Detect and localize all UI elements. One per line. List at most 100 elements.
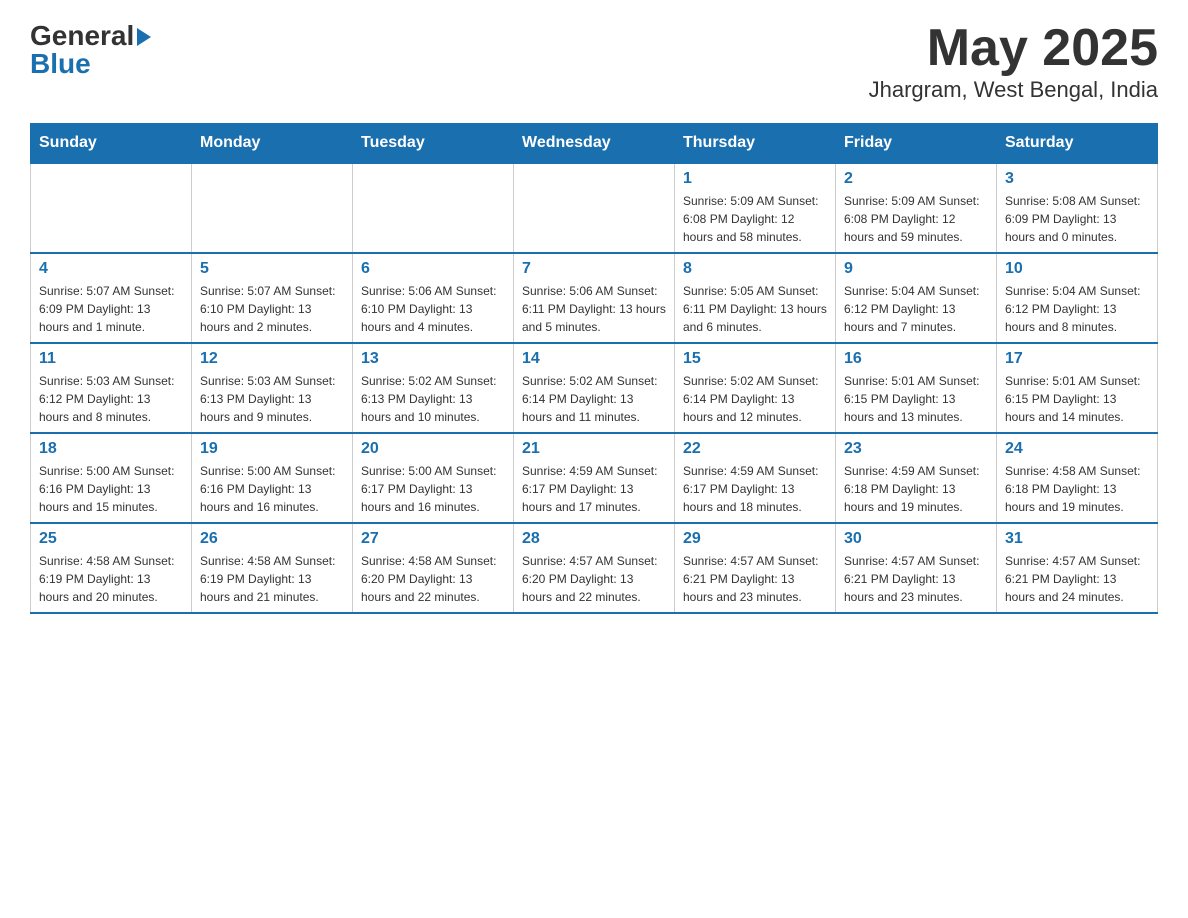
calendar-cell: 13 Sunrise: 5:02 AM Sunset: 6:13 PM Dayli… (353, 343, 514, 433)
day-number: 14 (522, 350, 666, 368)
page-header: General Blue May 2025 Jhargram, West Ben… (30, 20, 1158, 103)
calendar-cell: 10 Sunrise: 5:04 AM Sunset: 6:12 PM Dayli… (997, 253, 1158, 343)
calendar-cell: 12 Sunrise: 5:03 AM Sunset: 6:13 PM Dayli… (192, 343, 353, 433)
calendar-cell: 14 Sunrise: 5:02 AM Sunset: 6:14 PM Dayli… (514, 343, 675, 433)
calendar-cell: 23 Sunrise: 4:59 AM Sunset: 6:18 PM Dayli… (836, 433, 997, 523)
day-number: 12 (200, 350, 344, 368)
day-info: Sunrise: 5:06 AM Sunset: 6:11 PM Dayligh… (522, 282, 666, 336)
calendar-cell: 24 Sunrise: 4:58 AM Sunset: 6:18 PM Dayli… (997, 433, 1158, 523)
calendar-cell: 20 Sunrise: 5:00 AM Sunset: 6:17 PM Dayli… (353, 433, 514, 523)
calendar-cell: 31Sunrise: 4:57 AM Sunset: 6:21 PM Dayli… (997, 523, 1158, 613)
day-info: Sunrise: 4:59 AM Sunset: 6:17 PM Dayligh… (522, 462, 666, 516)
day-number: 27 (361, 530, 505, 548)
title-section: May 2025 Jhargram, West Bengal, India (869, 20, 1158, 103)
calendar-cell: 17Sunrise: 5:01 AM Sunset: 6:15 PM Dayli… (997, 343, 1158, 433)
day-info: Sunrise: 5:04 AM Sunset: 6:12 PM Dayligh… (844, 282, 988, 336)
calendar-week-row-3: 11Sunrise: 5:03 AM Sunset: 6:12 PM Dayli… (31, 343, 1158, 433)
calendar-cell: 28 Sunrise: 4:57 AM Sunset: 6:20 PM Dayli… (514, 523, 675, 613)
day-number: 20 (361, 440, 505, 458)
day-info: Sunrise: 5:00 AM Sunset: 6:17 PM Dayligh… (361, 462, 505, 516)
calendar-cell: 18Sunrise: 5:00 AM Sunset: 6:16 PM Dayli… (31, 433, 192, 523)
calendar-cell: 7 Sunrise: 5:06 AM Sunset: 6:11 PM Daylig… (514, 253, 675, 343)
day-info: Sunrise: 4:58 AM Sunset: 6:18 PM Dayligh… (1005, 462, 1149, 516)
day-info: Sunrise: 5:02 AM Sunset: 6:14 PM Dayligh… (683, 372, 827, 426)
calendar-header-sunday: Sunday (31, 124, 192, 164)
day-number: 9 (844, 260, 988, 278)
day-info: Sunrise: 4:57 AM Sunset: 6:21 PM Dayligh… (1005, 552, 1149, 606)
day-number: 10 (1005, 260, 1149, 278)
day-info: Sunrise: 5:08 AM Sunset: 6:09 PM Dayligh… (1005, 192, 1149, 246)
day-info: Sunrise: 5:01 AM Sunset: 6:15 PM Dayligh… (844, 372, 988, 426)
calendar-cell (192, 163, 353, 253)
day-number: 15 (683, 350, 827, 368)
calendar-header-saturday: Saturday (997, 124, 1158, 164)
calendar-week-row-1: 1 Sunrise: 5:09 AM Sunset: 6:08 PM Daylig… (31, 163, 1158, 253)
calendar-cell: 8 Sunrise: 5:05 AM Sunset: 6:11 PM Daylig… (675, 253, 836, 343)
day-number: 1 (683, 170, 827, 188)
day-info: Sunrise: 4:57 AM Sunset: 6:20 PM Dayligh… (522, 552, 666, 606)
calendar-cell: 21 Sunrise: 4:59 AM Sunset: 6:17 PM Dayli… (514, 433, 675, 523)
calendar-cell: 1 Sunrise: 5:09 AM Sunset: 6:08 PM Daylig… (675, 163, 836, 253)
day-info: Sunrise: 4:59 AM Sunset: 6:18 PM Dayligh… (844, 462, 988, 516)
calendar-cell: 3Sunrise: 5:08 AM Sunset: 6:09 PM Daylig… (997, 163, 1158, 253)
logo-blue-text: Blue (30, 48, 91, 79)
calendar-cell: 11Sunrise: 5:03 AM Sunset: 6:12 PM Dayli… (31, 343, 192, 433)
day-info: Sunrise: 5:04 AM Sunset: 6:12 PM Dayligh… (1005, 282, 1149, 336)
calendar-cell: 15 Sunrise: 5:02 AM Sunset: 6:14 PM Dayli… (675, 343, 836, 433)
day-info: Sunrise: 5:09 AM Sunset: 6:08 PM Dayligh… (683, 192, 827, 246)
day-number: 25 (39, 530, 183, 548)
day-number: 29 (683, 530, 827, 548)
calendar-cell: 27 Sunrise: 4:58 AM Sunset: 6:20 PM Dayli… (353, 523, 514, 613)
calendar-cell (353, 163, 514, 253)
day-number: 28 (522, 530, 666, 548)
day-info: Sunrise: 4:59 AM Sunset: 6:17 PM Dayligh… (683, 462, 827, 516)
calendar-cell: 29 Sunrise: 4:57 AM Sunset: 6:21 PM Dayli… (675, 523, 836, 613)
day-info: Sunrise: 5:02 AM Sunset: 6:13 PM Dayligh… (361, 372, 505, 426)
calendar-cell: 22 Sunrise: 4:59 AM Sunset: 6:17 PM Dayli… (675, 433, 836, 523)
calendar-header-tuesday: Tuesday (353, 124, 514, 164)
calendar-week-row-5: 25 Sunrise: 4:58 AM Sunset: 6:19 PM Dayli… (31, 523, 1158, 613)
calendar-cell: 4 Sunrise: 5:07 AM Sunset: 6:09 PM Daylig… (31, 253, 192, 343)
calendar-cell: 26Sunrise: 4:58 AM Sunset: 6:19 PM Dayli… (192, 523, 353, 613)
day-number: 7 (522, 260, 666, 278)
day-info: Sunrise: 4:58 AM Sunset: 6:19 PM Dayligh… (200, 552, 344, 606)
day-number: 13 (361, 350, 505, 368)
calendar-cell: 19 Sunrise: 5:00 AM Sunset: 6:16 PM Dayli… (192, 433, 353, 523)
day-number: 23 (844, 440, 988, 458)
day-info: Sunrise: 5:06 AM Sunset: 6:10 PM Dayligh… (361, 282, 505, 336)
calendar-table: SundayMondayTuesdayWednesdayThursdayFrid… (30, 123, 1158, 614)
day-info: Sunrise: 5:05 AM Sunset: 6:11 PM Dayligh… (683, 282, 827, 336)
calendar-cell: 30 Sunrise: 4:57 AM Sunset: 6:21 PM Dayli… (836, 523, 997, 613)
day-number: 18 (39, 440, 183, 458)
calendar-cell (31, 163, 192, 253)
day-number: 4 (39, 260, 183, 278)
day-info: Sunrise: 5:02 AM Sunset: 6:14 PM Dayligh… (522, 372, 666, 426)
day-info: Sunrise: 4:57 AM Sunset: 6:21 PM Dayligh… (844, 552, 988, 606)
calendar-header-monday: Monday (192, 124, 353, 164)
calendar-header-friday: Friday (836, 124, 997, 164)
day-number: 17 (1005, 350, 1149, 368)
calendar-cell: 2Sunrise: 5:09 AM Sunset: 6:08 PM Daylig… (836, 163, 997, 253)
day-number: 19 (200, 440, 344, 458)
day-number: 21 (522, 440, 666, 458)
calendar-cell: 16Sunrise: 5:01 AM Sunset: 6:15 PM Dayli… (836, 343, 997, 433)
calendar-cell (514, 163, 675, 253)
day-number: 8 (683, 260, 827, 278)
day-number: 30 (844, 530, 988, 548)
day-number: 24 (1005, 440, 1149, 458)
day-info: Sunrise: 4:57 AM Sunset: 6:21 PM Dayligh… (683, 552, 827, 606)
day-info: Sunrise: 5:00 AM Sunset: 6:16 PM Dayligh… (200, 462, 344, 516)
day-info: Sunrise: 5:03 AM Sunset: 6:13 PM Dayligh… (200, 372, 344, 426)
day-info: Sunrise: 5:09 AM Sunset: 6:08 PM Dayligh… (844, 192, 988, 246)
calendar-week-row-4: 18 Sunrise: 5:00 AM Sunset: 6:16 PM Dayli… (31, 433, 1158, 523)
calendar-header-wednesday: Wednesday (514, 124, 675, 164)
logo: General Blue (30, 20, 151, 80)
day-number: 11 (39, 350, 183, 368)
calendar-cell: 25Sunrise: 4:58 AM Sunset: 6:19 PM Dayli… (31, 523, 192, 613)
calendar-header-row: SundayMondayTuesdayWednesdayThursdayFrid… (31, 124, 1158, 164)
calendar-cell: 5Sunrise: 5:07 AM Sunset: 6:10 PM Daylig… (192, 253, 353, 343)
day-info: Sunrise: 4:58 AM Sunset: 6:20 PM Dayligh… (361, 552, 505, 606)
day-number: 22 (683, 440, 827, 458)
calendar-week-row-2: 4 Sunrise: 5:07 AM Sunset: 6:09 PM Daylig… (31, 253, 1158, 343)
day-info: Sunrise: 5:07 AM Sunset: 6:09 PM Dayligh… (39, 282, 183, 336)
